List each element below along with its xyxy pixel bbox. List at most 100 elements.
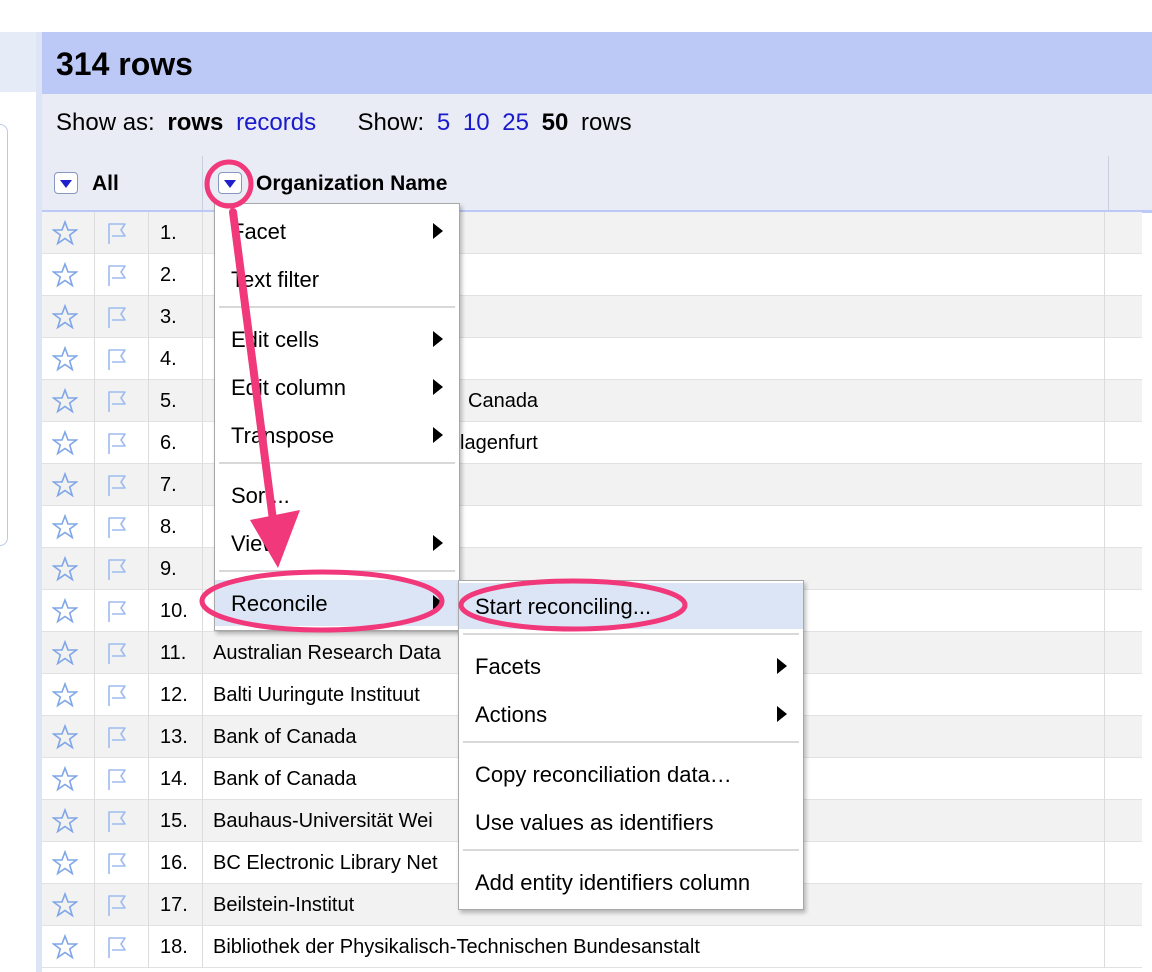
flag-icon[interactable] [104,850,130,876]
organization-name-cell[interactable]: Canada [468,390,538,413]
flag-icon[interactable] [104,388,130,414]
submenu-arrow-icon [433,379,443,395]
menu-item-add-entity-identifiers-column[interactable]: Add entity identifiers column [459,859,803,905]
row-number: 3. [160,306,177,328]
menu-item-facet[interactable]: Facet [215,208,459,254]
star-icon[interactable] [51,555,79,582]
rows-suffix: rows [580,109,632,136]
flag-icon[interactable] [104,220,130,246]
organization-name-dropdown-button[interactable] [218,172,242,194]
row-number: 5. [160,390,177,412]
page-size-50-option[interactable]: 50 [542,109,569,136]
reconcile-submenu: Start reconciling... Facets Actions Copy… [458,580,804,910]
submenu-arrow-icon [433,331,443,347]
organization-name-cell[interactable]: Australian Research Data [213,642,441,665]
organization-name-cell[interactable]: Bank of Canada [213,768,356,791]
menu-item-transpose[interactable]: Transpose [215,412,459,458]
star-icon[interactable] [51,807,79,834]
star-icon[interactable] [51,261,79,288]
organization-name-cell[interactable]: Bank of Canada [213,726,356,749]
organization-name-column-label: Organization Name [256,172,448,195]
star-icon[interactable] [51,219,79,246]
menu-item-text-filter[interactable]: Text filter [215,256,459,302]
flag-icon[interactable] [104,304,130,330]
star-icon[interactable] [51,429,79,456]
table-row: 2. [42,254,1142,296]
star-icon[interactable] [51,345,79,372]
star-icon[interactable] [51,723,79,750]
submenu-arrow-icon [433,595,443,611]
star-icon[interactable] [51,849,79,876]
flag-icon[interactable] [104,514,130,540]
menu-item-facets[interactable]: Facets [459,643,803,689]
row-number: 4. [160,348,177,370]
menu-item-reconcile[interactable]: Reconcile [215,580,459,626]
star-icon[interactable] [51,639,79,666]
flag-icon[interactable] [104,472,130,498]
table-row: 3. [42,296,1142,338]
table-row: 7. [42,464,1142,506]
submenu-arrow-icon [433,535,443,551]
table-row: 6. lagenfurt [42,422,1142,464]
flag-icon[interactable] [104,934,130,960]
menu-item-use-values-as-identifiers[interactable]: Use values as identifiers [459,799,803,845]
facet-panel [0,124,8,546]
flag-icon[interactable] [104,262,130,288]
star-icon[interactable] [51,471,79,498]
flag-icon[interactable] [104,892,130,918]
flag-icon[interactable] [104,346,130,372]
flag-icon[interactable] [104,556,130,582]
organization-name-cell[interactable]: Balti Uuringute Instituut [213,684,420,707]
row-number: 7. [160,474,177,496]
table-header: 314 rows [42,32,1152,94]
menu-item-edit-cells[interactable]: Edit cells [215,316,459,362]
star-icon[interactable] [51,303,79,330]
menu-item-sort[interactable]: Sort... [215,472,459,518]
menu-item-actions[interactable]: Actions [459,691,803,737]
submenu-arrow-icon [777,706,787,722]
menu-item-edit-column[interactable]: Edit column [215,364,459,410]
page-size-5-link[interactable]: 5 [437,109,450,136]
row-number: 16. [160,852,188,874]
star-icon[interactable] [51,597,79,624]
menu-item-start-reconciling[interactable]: Start reconciling... [459,583,803,629]
table-row: 4. [42,338,1142,380]
star-icon[interactable] [51,387,79,414]
organization-name-cell[interactable]: Bauhaus-Universität Wei [213,810,433,833]
left-panel [0,32,36,972]
row-count: 314 rows [56,46,193,82]
all-columns-dropdown-button[interactable] [54,172,78,194]
page-size-25-link[interactable]: 25 [502,109,529,136]
row-number: 15. [160,810,188,832]
organization-name-cell[interactable]: Bibliothek der Physikalisch-Technischen … [213,936,700,959]
flag-icon[interactable] [104,430,130,456]
table-row: 1. [42,212,1142,254]
flag-icon[interactable] [104,598,130,624]
page-size-10-link[interactable]: 10 [463,109,490,136]
records-mode-link[interactable]: records [236,109,316,136]
menu-item-view[interactable]: View [215,520,459,566]
flag-icon[interactable] [104,682,130,708]
table-row: 8. [42,506,1142,548]
star-icon[interactable] [51,513,79,540]
star-icon[interactable] [51,891,79,918]
flag-icon[interactable] [104,640,130,666]
row-number: 13. [160,726,188,748]
flag-icon[interactable] [104,766,130,792]
row-number: 12. [160,684,188,706]
star-icon[interactable] [51,933,79,960]
organization-name-cell[interactable]: lagenfurt [460,432,538,455]
star-icon[interactable] [51,681,79,708]
flag-icon[interactable] [104,808,130,834]
all-column-label: All [92,172,119,195]
column-dropdown-menu: Facet Text filter Edit cells Edit column… [214,203,460,631]
rows-mode-option[interactable]: rows [167,109,223,136]
star-icon[interactable] [51,765,79,792]
flag-icon[interactable] [104,724,130,750]
row-number: 10. [160,600,188,622]
organization-name-cell[interactable]: BC Electronic Library Net [213,852,438,875]
menu-item-copy-reconciliation-data[interactable]: Copy reconciliation data… [459,751,803,797]
show-label: Show: [357,109,425,136]
row-number: 2. [160,264,177,286]
organization-name-cell[interactable]: Beilstein-Institut [213,894,354,917]
